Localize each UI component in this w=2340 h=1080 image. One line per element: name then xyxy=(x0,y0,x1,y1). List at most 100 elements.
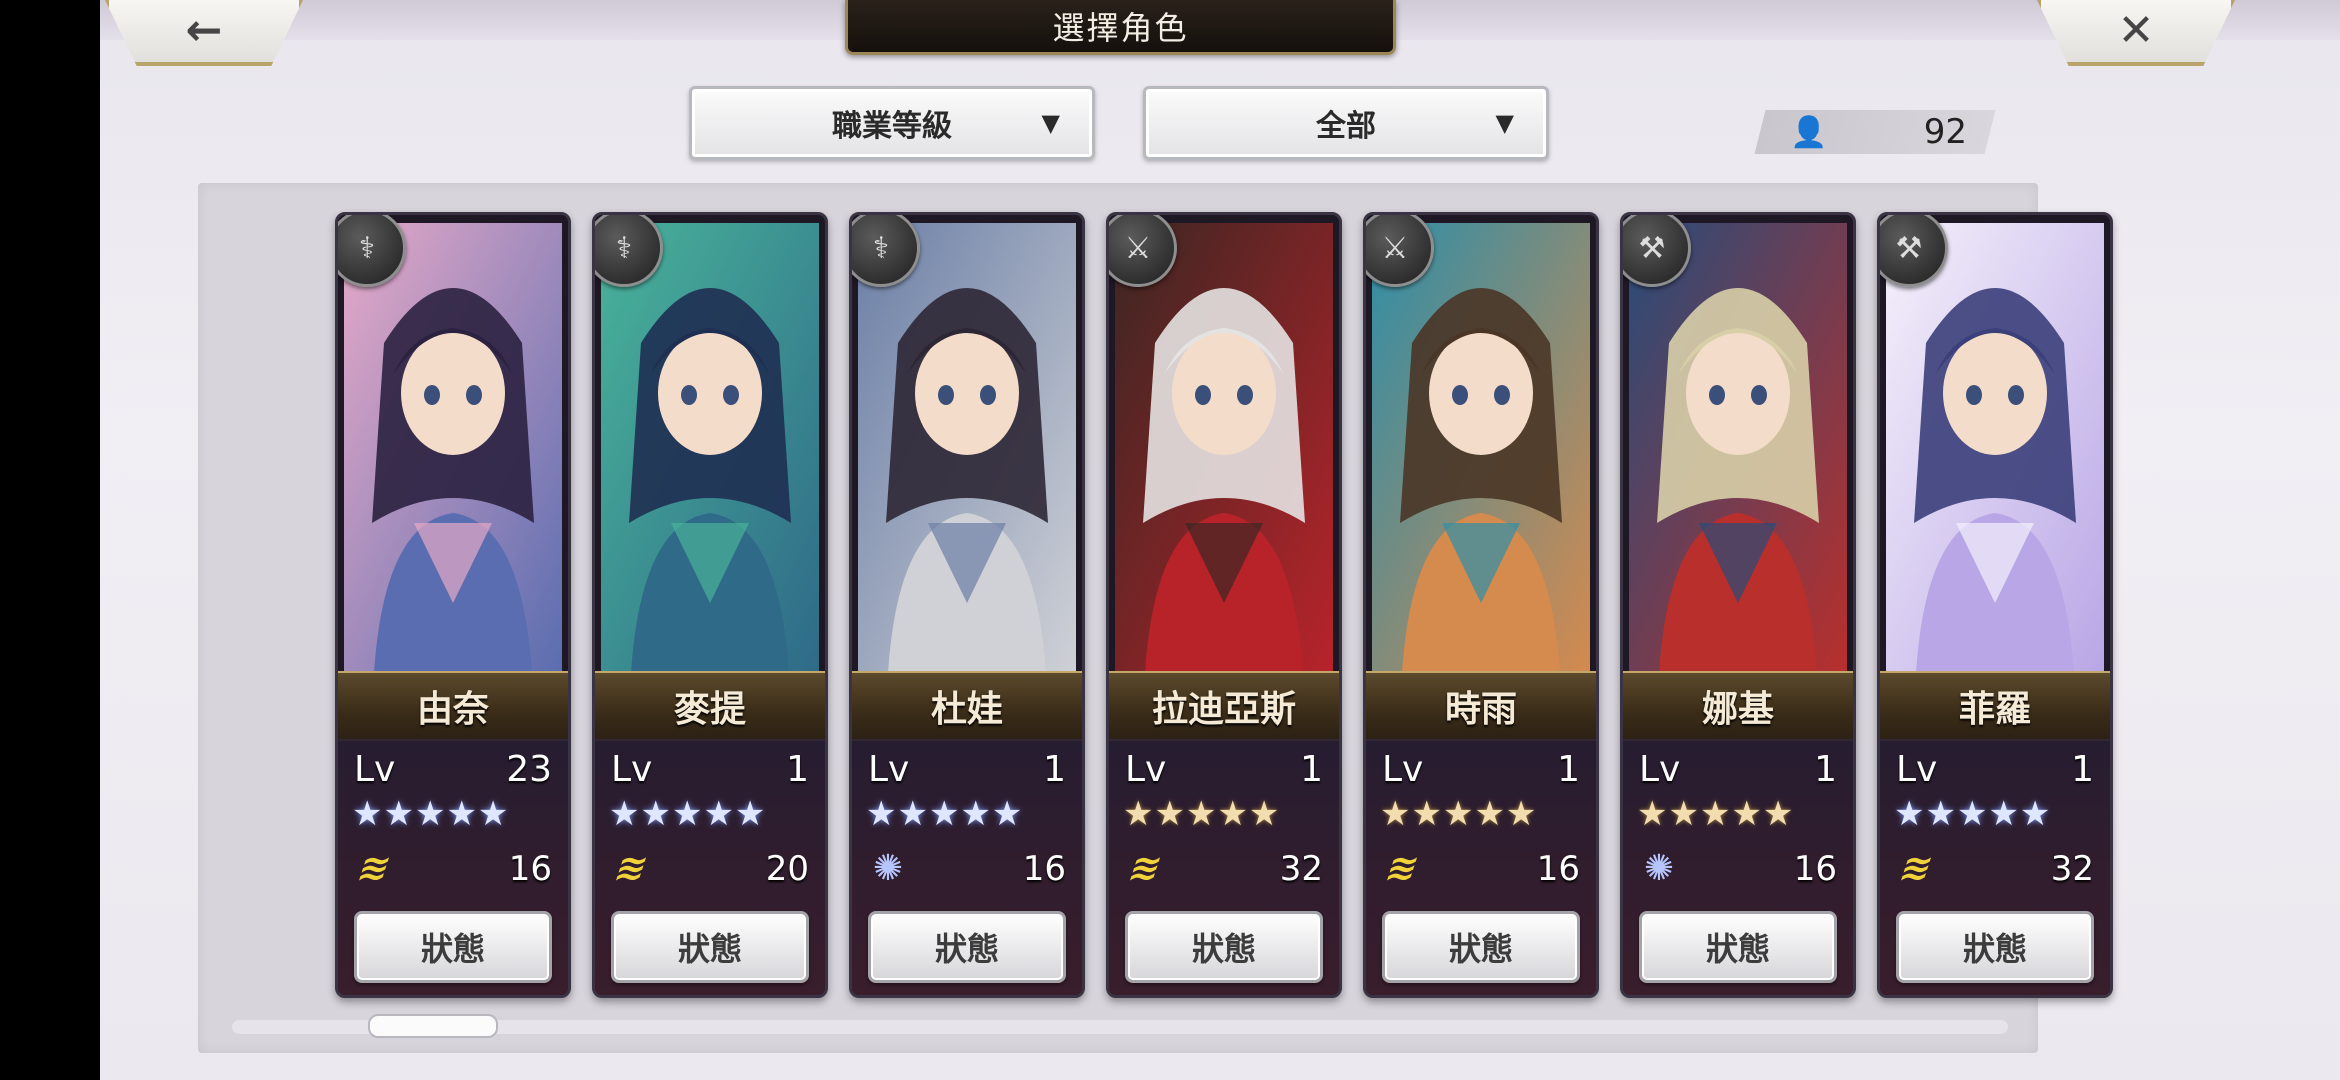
character-portrait xyxy=(601,223,819,673)
status-button[interactable]: 狀態 xyxy=(1382,911,1580,983)
portrait-art xyxy=(601,223,819,673)
element-row: ≋ 32 xyxy=(1894,847,2094,891)
level-row: Lv 1 xyxy=(1382,747,1580,791)
portrait-art xyxy=(858,223,1076,673)
level-row: Lv 23 xyxy=(354,747,552,791)
character-card[interactable]: ⚒ 菲羅 Lv 1 ★★★★★ ≋ 32 狀態 xyxy=(1877,212,2113,998)
status-button-label: 狀態 xyxy=(677,930,742,968)
element-value: 32 xyxy=(1279,849,1323,889)
element-row: ≋ 32 xyxy=(1123,847,1323,891)
element-value: 16 xyxy=(1536,849,1580,889)
back-button[interactable]: ← xyxy=(105,0,303,66)
category-dropdown-label: 全部 xyxy=(1316,109,1376,144)
character-stats: Lv 1 ★★★★★ ≋ 16 狀態 xyxy=(1366,739,1596,995)
rarity-stars: ★★★★★ xyxy=(866,794,1024,834)
character-portrait xyxy=(1115,223,1333,673)
character-card[interactable]: ⚔ 時雨 Lv 1 ★★★★★ ≋ 16 狀態 xyxy=(1363,212,1599,998)
character-name-plate: 麥提 xyxy=(595,671,825,741)
character-card[interactable]: ⚕ 麥提 Lv 1 ★★★★★ ≋ 20 狀態 xyxy=(592,212,828,998)
sort-dropdown-label: 職業等級 xyxy=(832,109,952,144)
level-row: Lv 1 xyxy=(868,747,1066,791)
person-icon: 👤 xyxy=(1790,114,1828,150)
level-label: Lv xyxy=(354,748,396,790)
roster-count: 👤 92 xyxy=(1776,110,1991,154)
level-label: Lv xyxy=(868,748,910,790)
close-button[interactable]: ✕ xyxy=(2037,0,2235,66)
element-value: 20 xyxy=(765,849,809,889)
status-button-label: 狀態 xyxy=(420,930,485,968)
swirl-element-icon: ✺ xyxy=(1643,848,1675,889)
rarity-stars: ★★★★★ xyxy=(1123,794,1281,834)
status-button[interactable]: 狀態 xyxy=(1639,911,1837,983)
status-button-label: 狀態 xyxy=(1191,930,1256,968)
character-card[interactable]: ⚒ 娜基 Lv 1 ★★★★★ ✺ 16 狀態 xyxy=(1620,212,1856,998)
horizontal-scroll-thumb[interactable] xyxy=(368,1014,498,1038)
sort-dropdown[interactable]: 職業等級 ▼ xyxy=(689,86,1095,160)
level-label: Lv xyxy=(1639,748,1681,790)
wind-element-icon: ≋ xyxy=(352,848,396,889)
level-row: Lv 1 xyxy=(1639,747,1837,791)
character-card[interactable]: ⚕ 由奈 Lv 23 ★★★★★ ≋ 16 狀態 xyxy=(335,212,571,998)
back-arrow-icon: ← xyxy=(185,5,223,56)
roster-count-value: 92 xyxy=(1923,112,1967,152)
character-name-plate: 時雨 xyxy=(1366,671,1596,741)
level-value: 1 xyxy=(1300,748,1323,790)
level-label: Lv xyxy=(611,748,653,790)
level-value: 1 xyxy=(1043,748,1066,790)
rarity-stars: ★★★★★ xyxy=(1637,794,1795,834)
level-value: 1 xyxy=(786,748,809,790)
character-card[interactable]: ⚕ 杜娃 Lv 1 ★★★★★ ✺ 16 狀態 xyxy=(849,212,1085,998)
character-name: 菲羅 xyxy=(1958,688,2031,730)
rarity-stars: ★★★★★ xyxy=(1380,794,1538,834)
category-dropdown[interactable]: 全部 ▼ xyxy=(1143,86,1549,160)
chevron-down-icon: ▼ xyxy=(1041,109,1060,137)
character-name-plate: 拉迪亞斯 xyxy=(1109,671,1339,741)
level-value: 1 xyxy=(1557,748,1580,790)
element-value: 16 xyxy=(1022,849,1066,889)
rarity-stars: ★★★★★ xyxy=(352,794,510,834)
status-button-label: 狀態 xyxy=(1705,930,1770,968)
title-plate: 選擇角色 xyxy=(845,0,1396,55)
status-button[interactable]: 狀態 xyxy=(1896,911,2094,983)
character-name-plate: 杜娃 xyxy=(852,671,1082,741)
status-button-label: 狀態 xyxy=(1448,930,1513,968)
rarity-stars: ★★★★★ xyxy=(1894,794,2052,834)
level-label: Lv xyxy=(1382,748,1424,790)
status-button-label: 狀態 xyxy=(1962,930,2027,968)
status-button-label: 狀態 xyxy=(934,930,999,968)
rarity-stars: ★★★★★ xyxy=(609,794,767,834)
wind-element-icon: ≋ xyxy=(609,848,653,889)
character-stats: Lv 1 ★★★★★ ✺ 16 狀態 xyxy=(852,739,1082,995)
level-value: 23 xyxy=(506,748,552,790)
level-row: Lv 1 xyxy=(1125,747,1323,791)
status-button[interactable]: 狀態 xyxy=(354,911,552,983)
character-card[interactable]: ⚔ 拉迪亞斯 Lv 1 ★★★★★ ≋ 32 狀態 xyxy=(1106,212,1342,998)
status-button[interactable]: 狀態 xyxy=(611,911,809,983)
character-stats: Lv 1 ★★★★★ ✺ 16 狀態 xyxy=(1623,739,1853,995)
portrait-art xyxy=(1372,223,1590,673)
horizontal-scroll-track[interactable] xyxy=(232,1020,2008,1034)
character-name-plate: 由奈 xyxy=(338,671,568,741)
level-value: 1 xyxy=(2071,748,2094,790)
character-name: 由奈 xyxy=(416,688,489,730)
element-row: ≋ 16 xyxy=(352,847,552,891)
character-name: 拉迪亞斯 xyxy=(1151,688,1296,730)
character-name: 時雨 xyxy=(1444,688,1517,730)
status-button[interactable]: 狀態 xyxy=(1125,911,1323,983)
character-stats: Lv 1 ★★★★★ ≋ 32 狀態 xyxy=(1880,739,2110,995)
element-value: 32 xyxy=(2050,849,2094,889)
wind-element-icon: ≋ xyxy=(1123,848,1167,889)
character-name-plate: 娜基 xyxy=(1623,671,1853,741)
level-label: Lv xyxy=(1896,748,1938,790)
character-name-plate: 菲羅 xyxy=(1880,671,2110,741)
element-value: 16 xyxy=(508,849,552,889)
status-button[interactable]: 狀態 xyxy=(868,911,1066,983)
chevron-down-icon: ▼ xyxy=(1495,109,1514,137)
wind-element-icon: ≋ xyxy=(1894,848,1938,889)
portrait-art xyxy=(1115,223,1333,673)
element-row: ≋ 16 xyxy=(1380,847,1580,891)
element-row: ≋ 20 xyxy=(609,847,809,891)
character-portrait xyxy=(1372,223,1590,673)
character-portrait xyxy=(858,223,1076,673)
portrait-art xyxy=(1629,223,1847,673)
